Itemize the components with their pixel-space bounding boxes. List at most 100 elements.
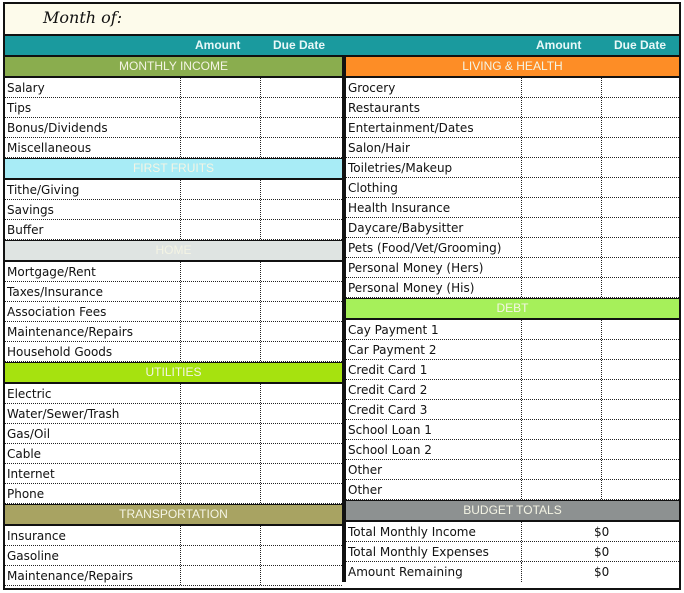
amount-cell[interactable] — [181, 484, 261, 503]
due-date-cell[interactable] — [261, 138, 342, 157]
row-label: Cay Payment 1 — [346, 320, 522, 339]
amount-cell[interactable] — [522, 138, 602, 157]
due-date-cell[interactable] — [602, 360, 679, 379]
amount-cell[interactable] — [522, 440, 602, 459]
amount-cell[interactable] — [522, 78, 602, 97]
due-date-cell[interactable] — [261, 262, 342, 281]
due-date-cell[interactable] — [261, 98, 342, 117]
row-label: Water/Sewer/Trash — [5, 404, 181, 423]
amount-cell[interactable] — [522, 238, 602, 257]
amount-cell[interactable] — [522, 380, 602, 399]
due-date-cell[interactable] — [261, 464, 342, 483]
amount-cell[interactable] — [522, 258, 602, 277]
amount-cell[interactable] — [181, 78, 261, 97]
due-date-cell[interactable] — [261, 282, 342, 301]
due-date-cell[interactable] — [261, 444, 342, 463]
amount-cell[interactable] — [181, 98, 261, 117]
budget-row: School Loan 1 — [346, 420, 679, 440]
amount-cell[interactable] — [522, 340, 602, 359]
amount-cell[interactable] — [181, 220, 261, 239]
due-date-cell[interactable] — [602, 218, 679, 237]
amount-cell[interactable] — [522, 320, 602, 339]
due-date-cell[interactable] — [261, 342, 342, 361]
amount-cell[interactable] — [181, 322, 261, 341]
due-date-cell[interactable] — [261, 424, 342, 443]
amount-cell[interactable] — [181, 180, 261, 199]
due-date-cell[interactable] — [602, 380, 679, 399]
amount-cell[interactable] — [181, 424, 261, 443]
amount-cell[interactable] — [181, 138, 261, 157]
amount-cell[interactable] — [181, 282, 261, 301]
due-date-cell[interactable] — [602, 258, 679, 277]
due-date-cell[interactable] — [261, 220, 342, 239]
due-date-cell[interactable] — [602, 340, 679, 359]
due-date-cell[interactable] — [261, 484, 342, 503]
due-date-cell[interactable] — [261, 322, 342, 341]
due-date-cell[interactable] — [261, 302, 342, 321]
due-date-cell[interactable] — [261, 526, 342, 545]
due-date-cell[interactable] — [602, 178, 679, 197]
due-date-cell[interactable] — [602, 198, 679, 217]
amount-cell[interactable] — [522, 420, 602, 439]
due-date-cell[interactable] — [261, 180, 342, 199]
budget-row: Entertainment/Dates — [346, 118, 679, 138]
amount-cell[interactable] — [181, 342, 261, 361]
amount-cell[interactable] — [522, 198, 602, 217]
budget-row: School Loan 2 — [346, 440, 679, 460]
due-date-cell[interactable] — [261, 118, 342, 137]
due-date-cell[interactable] — [602, 440, 679, 459]
due-date-cell[interactable] — [602, 480, 679, 499]
amount-cell[interactable] — [181, 302, 261, 321]
budget-row: Daycare/Babysitter — [346, 218, 679, 238]
due-date-cell[interactable] — [602, 320, 679, 339]
amount-cell[interactable] — [181, 404, 261, 423]
amount-cell[interactable] — [181, 384, 261, 403]
due-date-cell[interactable] — [261, 78, 342, 97]
due-date-cell[interactable] — [261, 566, 342, 585]
amount-cell[interactable] — [522, 218, 602, 237]
left-column: MONTHLY INCOME Salary Tips Bonus/Dividends M… — [5, 57, 342, 586]
amount-cell[interactable] — [522, 118, 602, 137]
due-date-cell[interactable] — [602, 118, 679, 137]
due-date-cell[interactable] — [602, 278, 679, 297]
amount-cell[interactable] — [181, 200, 261, 219]
amount-cell[interactable] — [522, 178, 602, 197]
due-date-cell[interactable] — [261, 546, 342, 565]
due-date-cell[interactable] — [602, 78, 679, 97]
amount-cell[interactable] — [181, 118, 261, 137]
row-label: Other — [346, 460, 522, 479]
amount-cell[interactable] — [181, 444, 261, 463]
budget-row: Grocery — [346, 78, 679, 98]
due-date-cell[interactable] — [602, 158, 679, 177]
amount-cell[interactable] — [522, 98, 602, 117]
row-label: Credit Card 3 — [346, 400, 522, 419]
due-date-cell[interactable] — [261, 200, 342, 219]
amount-cell[interactable] — [181, 566, 261, 585]
amount-cell[interactable] — [522, 158, 602, 177]
due-date-cell[interactable] — [602, 460, 679, 479]
totals-label: Total Monthly Income — [346, 522, 522, 541]
due-date-cell[interactable] — [261, 404, 342, 423]
due-date-cell[interactable] — [602, 238, 679, 257]
due-date-cell[interactable] — [602, 400, 679, 419]
row-label: Savings — [5, 200, 181, 219]
amount-cell[interactable] — [522, 480, 602, 499]
amount-cell[interactable] — [522, 360, 602, 379]
amount-cell[interactable] — [522, 278, 602, 297]
column-header-row: Amount Due Date Amount Due Date — [5, 36, 679, 57]
section-header-debt: DEBT — [346, 298, 679, 320]
amount-cell[interactable] — [181, 546, 261, 565]
due-date-cell[interactable] — [602, 138, 679, 157]
due-date-cell[interactable] — [261, 384, 342, 403]
budget-row: Other — [346, 460, 679, 480]
budget-row: Household Goods — [5, 342, 342, 362]
amount-cell[interactable] — [522, 460, 602, 479]
due-date-cell[interactable] — [602, 98, 679, 117]
amount-cell[interactable] — [181, 526, 261, 545]
row-label: Maintenance/Repairs — [5, 322, 181, 341]
amount-cell[interactable] — [181, 262, 261, 281]
amount-cell[interactable] — [522, 400, 602, 419]
due-date-cell[interactable] — [602, 420, 679, 439]
amount-cell[interactable] — [181, 464, 261, 483]
budget-row: Tips — [5, 98, 342, 118]
